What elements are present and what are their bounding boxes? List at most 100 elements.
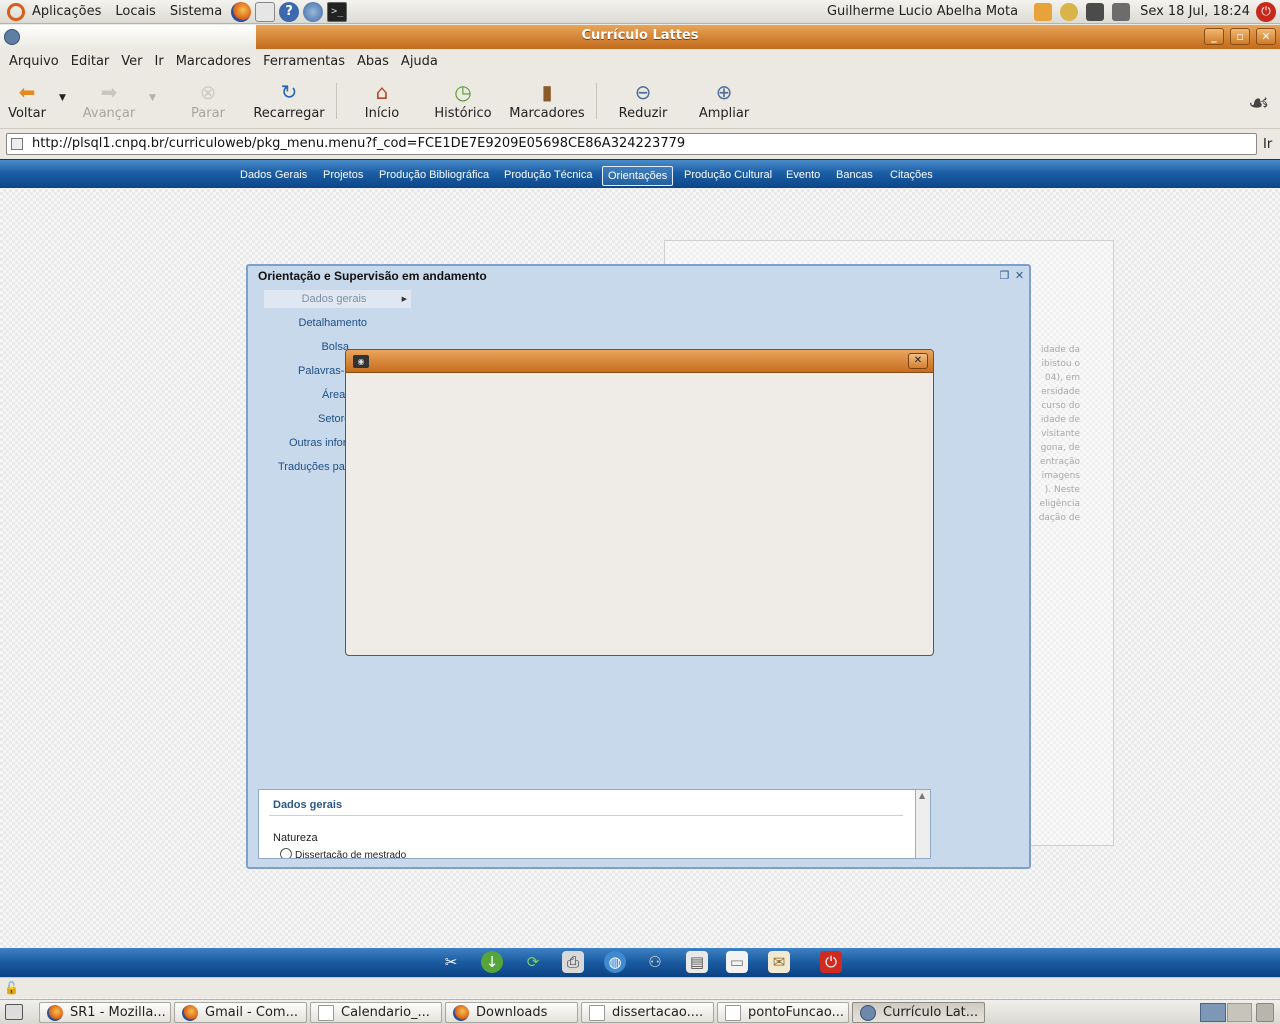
zoom-out-button[interactable]: ⊖ Reduzir: [616, 79, 670, 125]
help-launcher-icon[interactable]: ?: [279, 1, 300, 22]
firefox-launcher-icon[interactable]: [231, 1, 252, 22]
print-icon[interactable]: ⎙: [562, 951, 584, 973]
show-desktop-icon[interactable]: [5, 1004, 23, 1020]
maximize-button[interactable]: ▫: [1230, 28, 1250, 45]
nav-tab-evento[interactable]: Evento: [781, 166, 825, 186]
task-dissertacao[interactable]: dissertacao....: [581, 1002, 714, 1023]
nav-tab-producao-cultural[interactable]: Produção Cultural: [679, 166, 777, 186]
forward-button[interactable]: ➡ Avançar: [80, 79, 138, 125]
panel-clock[interactable]: Sex 18 Jul, 18:24: [1140, 4, 1250, 19]
panel-restore-icon[interactable]: ❐: [998, 270, 1011, 283]
globe-icon[interactable]: ◍: [604, 951, 626, 973]
search-icon[interactable]: [1060, 2, 1079, 21]
menu-ajuda[interactable]: Ajuda: [395, 54, 444, 69]
go-button[interactable]: Ir: [1263, 137, 1272, 152]
nav-tab-producao-bibliografica[interactable]: Produção Bibliográfica: [374, 166, 494, 186]
natureza-radio[interactable]: [280, 848, 292, 858]
trash-icon[interactable]: [1256, 1003, 1274, 1022]
back-button[interactable]: ⬅ Voltar: [4, 79, 50, 125]
security-lock-icon[interactable]: 🔓: [4, 981, 19, 995]
side-item-detalhamento[interactable]: Detalhamento: [299, 317, 368, 329]
forward-history-dropdown-icon[interactable]: ▼: [149, 93, 156, 103]
nav-tab-projetos[interactable]: Projetos: [318, 166, 368, 186]
task-pontofuncao[interactable]: pontoFuncao...: [717, 1002, 849, 1023]
nav-tab-bancas[interactable]: Bancas: [831, 166, 878, 186]
bookmarks-button[interactable]: ▮ Marcadores: [508, 79, 586, 125]
reload-icon: ↻: [280, 80, 298, 104]
menu-editar[interactable]: Editar: [65, 54, 116, 69]
update-notifier-icon[interactable]: [1034, 2, 1053, 21]
popup-close-button[interactable]: ✕: [908, 353, 928, 369]
task-sr1-mozilla[interactable]: SR1 - Mozilla...: [39, 1002, 171, 1023]
zoom-in-label: Ampliar: [698, 106, 750, 121]
nav-tab-dados-gerais[interactable]: Dados Gerais: [235, 166, 312, 186]
firefox-task-icon: [182, 1005, 198, 1021]
location-bar: http://plsql1.cnpq.br/curriculoweb/pkg_m…: [0, 130, 1280, 159]
network-monitor-icon[interactable]: [1086, 2, 1105, 21]
url-input[interactable]: http://plsql1.cnpq.br/curriculoweb/pkg_m…: [6, 133, 1257, 155]
side-item-traducoes[interactable]: Traduções pa: [278, 461, 345, 473]
forward-label: Avançar: [82, 106, 136, 121]
documents-icon[interactable]: ▭: [726, 951, 748, 973]
form-scrollbar[interactable]: ▲: [915, 790, 930, 858]
envelope-icon[interactable]: ✉: [768, 951, 790, 973]
close-window-button[interactable]: ✕: [1256, 28, 1276, 45]
workspace-1[interactable]: [1200, 1003, 1226, 1022]
menu-abas[interactable]: Abas: [351, 54, 395, 69]
menu-system[interactable]: Sistema: [163, 4, 229, 19]
back-history-dropdown-icon[interactable]: ▼: [59, 93, 66, 103]
zoom-out-label: Reduzir: [618, 106, 668, 121]
reload-label: Recarregar: [253, 106, 325, 121]
mail-launcher-icon[interactable]: [255, 1, 276, 22]
workspace-2[interactable]: [1227, 1003, 1252, 1022]
window-title: Currículo Lattes: [581, 28, 699, 43]
network-launcher-icon[interactable]: [303, 1, 324, 22]
side-item-outras-informacoes[interactable]: Outras infor: [289, 437, 346, 449]
window-titlebar[interactable]: Currículo Lattes _ ▫ ✕: [0, 25, 1280, 49]
menu-arquivo[interactable]: Arquivo: [3, 54, 65, 69]
volume-icon[interactable]: [1112, 2, 1131, 21]
side-item-area[interactable]: Área: [322, 389, 345, 401]
exit-icon[interactable]: ⏻: [820, 951, 842, 973]
popup-titlebar[interactable]: ◉ ✕: [346, 350, 933, 373]
power-icon[interactable]: ⏻: [1256, 1, 1276, 22]
reload-button[interactable]: ↻ Recarregar: [252, 79, 326, 125]
scroll-up-icon[interactable]: ▲: [919, 791, 925, 800]
home-icon: ⌂: [375, 80, 389, 104]
minimize-button[interactable]: _: [1204, 28, 1224, 45]
ubuntu-logo-icon[interactable]: [7, 2, 25, 21]
menu-applications[interactable]: Aplicações: [25, 4, 108, 19]
panel-title: Orientação e Supervisão em andamento: [258, 269, 487, 283]
task-downloads[interactable]: Downloads: [445, 1002, 578, 1023]
menu-marcadores[interactable]: Marcadores: [170, 54, 257, 69]
task-calendario[interactable]: Calendario_...: [310, 1002, 442, 1023]
background-text: idade da ibistou o 04), em ersidade curs…: [1038, 345, 1080, 523]
popup-dialog: ◉ ✕: [345, 349, 934, 656]
terminal-launcher-icon[interactable]: >_: [327, 1, 348, 22]
menu-ver[interactable]: Ver: [115, 54, 148, 69]
natureza-radio-label[interactable]: Dissertação de mestrado: [295, 850, 406, 858]
menu-ir[interactable]: Ir: [149, 54, 170, 69]
task-curriculo-lattes[interactable]: Currículo Lat...: [852, 1002, 985, 1023]
stop-button[interactable]: ⊗ Parar: [186, 79, 230, 125]
notebook-icon[interactable]: ▤: [686, 951, 708, 973]
nav-tab-orientacoes[interactable]: Orientações: [602, 166, 674, 186]
panel-user-name[interactable]: Guilherme Lucio Abelha Mota: [827, 4, 1018, 19]
menu-ferramentas[interactable]: Ferramentas: [257, 54, 351, 69]
refresh-icon[interactable]: ⟳: [522, 951, 544, 973]
home-button[interactable]: ⌂ Início: [360, 79, 404, 125]
history-button[interactable]: ◷ Histórico: [432, 79, 494, 125]
side-item-dados-gerais[interactable]: Dados gerais: [264, 290, 411, 308]
side-item-palavras[interactable]: Palavras-: [298, 365, 344, 377]
nav-tab-producao-tecnica[interactable]: Produção Técnica: [499, 166, 597, 186]
nav-tab-citacoes[interactable]: Citações: [885, 166, 938, 186]
web-task-icon: [860, 1005, 876, 1021]
users-icon[interactable]: ⚇: [644, 951, 666, 973]
download-icon[interactable]: ↓: [481, 951, 503, 973]
menu-places[interactable]: Locais: [108, 4, 162, 19]
panel-close-icon[interactable]: ✕: [1013, 270, 1026, 283]
zoom-in-button[interactable]: ⊕ Ampliar: [696, 79, 752, 125]
natureza-label: Natureza: [273, 832, 318, 844]
tools-icon[interactable]: ✂: [440, 951, 462, 973]
task-gmail[interactable]: Gmail - Com...: [174, 1002, 307, 1023]
